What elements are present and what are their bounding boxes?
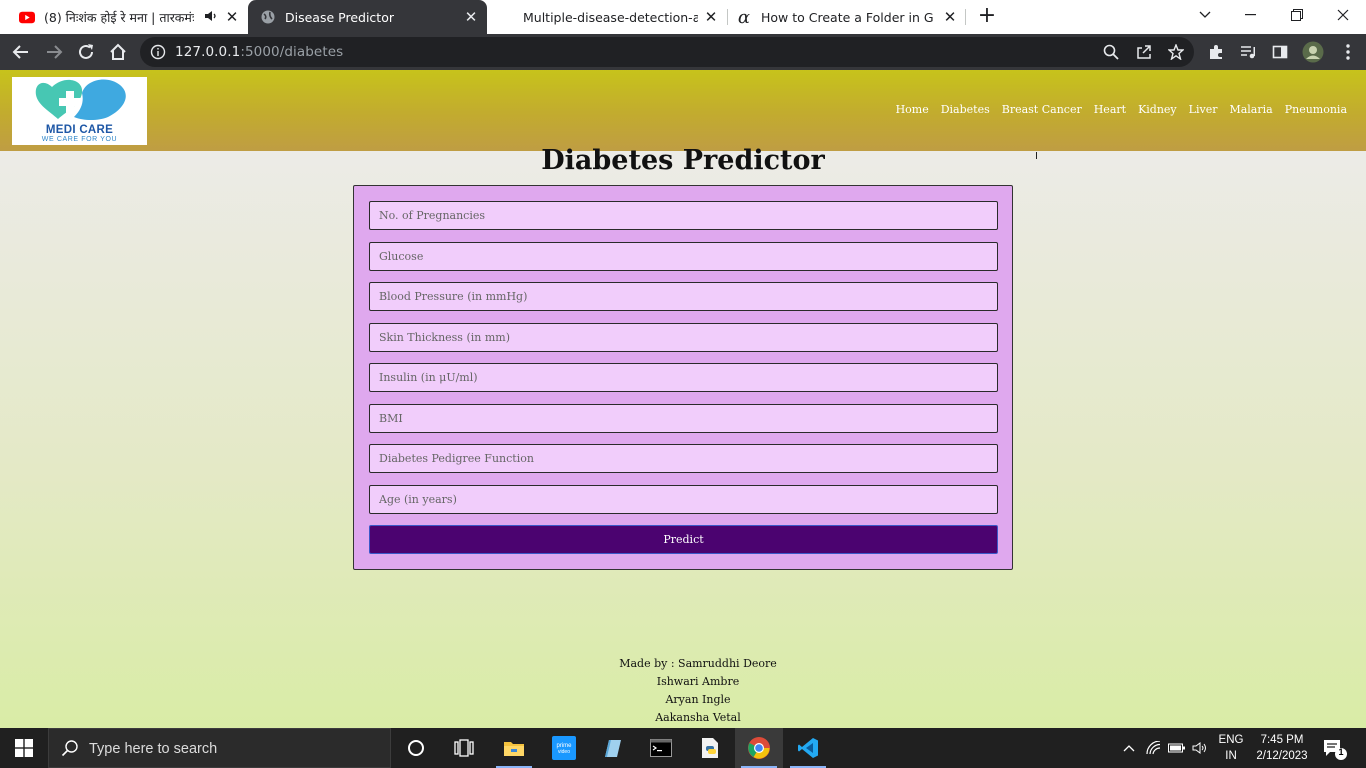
insulin-input[interactable] bbox=[369, 363, 998, 392]
prime-video-icon[interactable]: prime video bbox=[540, 728, 588, 768]
volume-icon[interactable] bbox=[1190, 728, 1210, 768]
language-indicator[interactable]: ENG IN bbox=[1216, 732, 1246, 764]
close-tab-icon[interactable]: ✕ bbox=[463, 9, 479, 25]
notification-center-icon[interactable]: 1 bbox=[1322, 736, 1348, 762]
tab-youtube[interactable]: (8) निःशंक होई रे मना | तारकमंत्र ✕ bbox=[8, 0, 248, 34]
nav-link-heart[interactable]: Heart bbox=[1094, 103, 1126, 116]
windows-taskbar: Type here to search prime video ENG IN 7… bbox=[0, 728, 1366, 768]
footer-line: Aryan Ingle bbox=[665, 693, 731, 706]
nav-link-home[interactable]: Home bbox=[896, 103, 929, 116]
share-icon[interactable] bbox=[1135, 43, 1153, 61]
nav-link-breast-cancer[interactable]: Breast Cancer bbox=[1002, 103, 1082, 116]
restore-icon[interactable] bbox=[1274, 0, 1320, 30]
close-tab-icon[interactable]: ✕ bbox=[703, 9, 719, 25]
taskbar-search-box[interactable]: Type here to search bbox=[48, 728, 391, 768]
side-panel-icon[interactable] bbox=[1268, 40, 1292, 64]
clock-time: 7:45 PM bbox=[1260, 734, 1304, 746]
close-tab-icon[interactable]: ✕ bbox=[224, 9, 240, 25]
tray-expand-icon[interactable] bbox=[1120, 728, 1138, 768]
bookmark-star-icon[interactable] bbox=[1167, 43, 1185, 61]
footer-line: Ishwari Ambre bbox=[656, 675, 740, 688]
predict-button[interactable]: Predict bbox=[369, 525, 998, 554]
nav-link-malaria[interactable]: Malaria bbox=[1229, 103, 1272, 116]
tab-title: (8) निःशंक होई रे मना | तारकमंत्र bbox=[44, 9, 194, 25]
search-icon bbox=[61, 739, 79, 761]
svg-text:video: video bbox=[558, 749, 570, 755]
browser-tab-strip: (8) निःशंक होई रे मना | तारकमंत्र ✕ Dise… bbox=[0, 0, 1366, 34]
home-icon[interactable] bbox=[106, 40, 130, 64]
nav-link-pneumonia[interactable]: Pneumonia bbox=[1285, 103, 1347, 116]
tab-github-folder[interactable]: α How to Create a Folder in Github ✕ bbox=[728, 0, 966, 34]
media-queue-icon[interactable] bbox=[1236, 40, 1260, 64]
tab-title: Disease Predictor bbox=[285, 9, 394, 25]
windows-start-icon[interactable] bbox=[0, 728, 48, 768]
tab-title: Multiple-disease-detection-and-p bbox=[523, 9, 698, 25]
url-path: :5000/diabetes bbox=[240, 44, 344, 60]
bmi-input[interactable] bbox=[369, 404, 998, 433]
lang-code: ENG bbox=[1218, 734, 1244, 746]
site-info-icon[interactable] bbox=[150, 44, 166, 60]
terminal-icon[interactable] bbox=[637, 728, 685, 768]
close-tab-icon[interactable]: ✕ bbox=[942, 9, 958, 25]
tab-disease-predictor[interactable]: Disease Predictor ✕ bbox=[248, 0, 487, 34]
site-nav: Home Diabetes Breast Cancer Heart Kidney… bbox=[896, 103, 1347, 116]
new-tab-button[interactable]: + bbox=[976, 5, 998, 28]
forward-arrow-icon[interactable] bbox=[42, 40, 66, 64]
notification-count: 1 bbox=[1338, 747, 1344, 757]
zoom-icon[interactable] bbox=[1102, 43, 1120, 61]
url-text: 127.0.0.1:5000/diabetes bbox=[175, 44, 343, 60]
heart-cross-icon bbox=[35, 79, 126, 120]
glucose-input[interactable] bbox=[369, 242, 998, 271]
logo-title: MEDI CARE bbox=[45, 124, 114, 136]
python-file-icon[interactable] bbox=[686, 728, 734, 768]
back-arrow-icon[interactable] bbox=[9, 40, 33, 64]
nav-link-liver[interactable]: Liver bbox=[1189, 103, 1218, 116]
tab-separator bbox=[965, 9, 966, 25]
blood-pressure-input[interactable] bbox=[369, 282, 998, 311]
close-window-icon[interactable] bbox=[1320, 0, 1366, 30]
wifi-icon[interactable] bbox=[1144, 728, 1164, 768]
browser-toolbar: 127.0.0.1:5000/diabetes bbox=[0, 34, 1366, 70]
tab-search-icon[interactable] bbox=[1182, 0, 1228, 30]
tab-title: How to Create a Folder in Github bbox=[761, 9, 933, 25]
alpha-icon: α bbox=[737, 6, 751, 28]
medicare-logo[interactable]: MEDI CARE WE CARE FOR YOU bbox=[12, 77, 147, 145]
minimize-icon[interactable] bbox=[1228, 0, 1274, 30]
footer-line: Aakansha Vetal bbox=[655, 711, 741, 724]
vscode-icon[interactable] bbox=[784, 728, 832, 768]
footer-line: Made by : Samruddhi Deore bbox=[619, 657, 777, 670]
pedigree-function-input[interactable] bbox=[369, 444, 998, 473]
extensions-puzzle-icon[interactable] bbox=[1204, 40, 1228, 64]
footer-credits: Made by : Samruddhi Deore Ishwari Ambre … bbox=[0, 655, 1366, 727]
speaker-icon[interactable] bbox=[204, 9, 218, 26]
file-explorer-icon[interactable] bbox=[490, 728, 538, 768]
nav-link-kidney[interactable]: Kidney bbox=[1138, 103, 1177, 116]
address-bar[interactable]: 127.0.0.1:5000/diabetes bbox=[140, 37, 1194, 67]
battery-icon[interactable] bbox=[1167, 728, 1187, 768]
search-placeholder: Type here to search bbox=[89, 741, 218, 757]
logo-tagline: WE CARE FOR YOU bbox=[41, 136, 118, 143]
age-input[interactable] bbox=[369, 485, 998, 514]
skin-thickness-input[interactable] bbox=[369, 323, 998, 352]
globe-icon bbox=[260, 9, 276, 25]
page-title: Diabetes Predictor bbox=[541, 145, 825, 176]
profile-avatar-icon[interactable] bbox=[1301, 40, 1325, 64]
reload-icon[interactable] bbox=[74, 40, 98, 64]
web-page: MEDI CARE WE CARE FOR YOU Home Diabetes … bbox=[0, 70, 1366, 728]
lang-region: IN bbox=[1225, 750, 1237, 762]
nav-link-diabetes[interactable]: Diabetes bbox=[941, 103, 990, 116]
tab-github-repo[interactable]: Multiple-disease-detection-and-p ✕ bbox=[487, 0, 727, 34]
site-navbar: MEDI CARE WE CARE FOR YOU Home Diabetes … bbox=[0, 70, 1366, 151]
clock-date: 2/12/2023 bbox=[1256, 750, 1308, 762]
chrome-icon[interactable] bbox=[735, 728, 783, 768]
youtube-icon bbox=[19, 9, 35, 25]
url-host: 127.0.0.1 bbox=[175, 44, 241, 60]
diabetes-form: Predict bbox=[353, 185, 1013, 570]
taskbar-clock[interactable]: 7:45 PM 2/12/2023 bbox=[1250, 732, 1314, 764]
menu-kebab-icon[interactable] bbox=[1336, 40, 1360, 64]
cortana-icon[interactable] bbox=[392, 728, 440, 768]
pregnancies-input[interactable] bbox=[369, 201, 998, 230]
notes-app-icon[interactable] bbox=[588, 728, 636, 768]
task-view-icon[interactable] bbox=[440, 728, 488, 768]
